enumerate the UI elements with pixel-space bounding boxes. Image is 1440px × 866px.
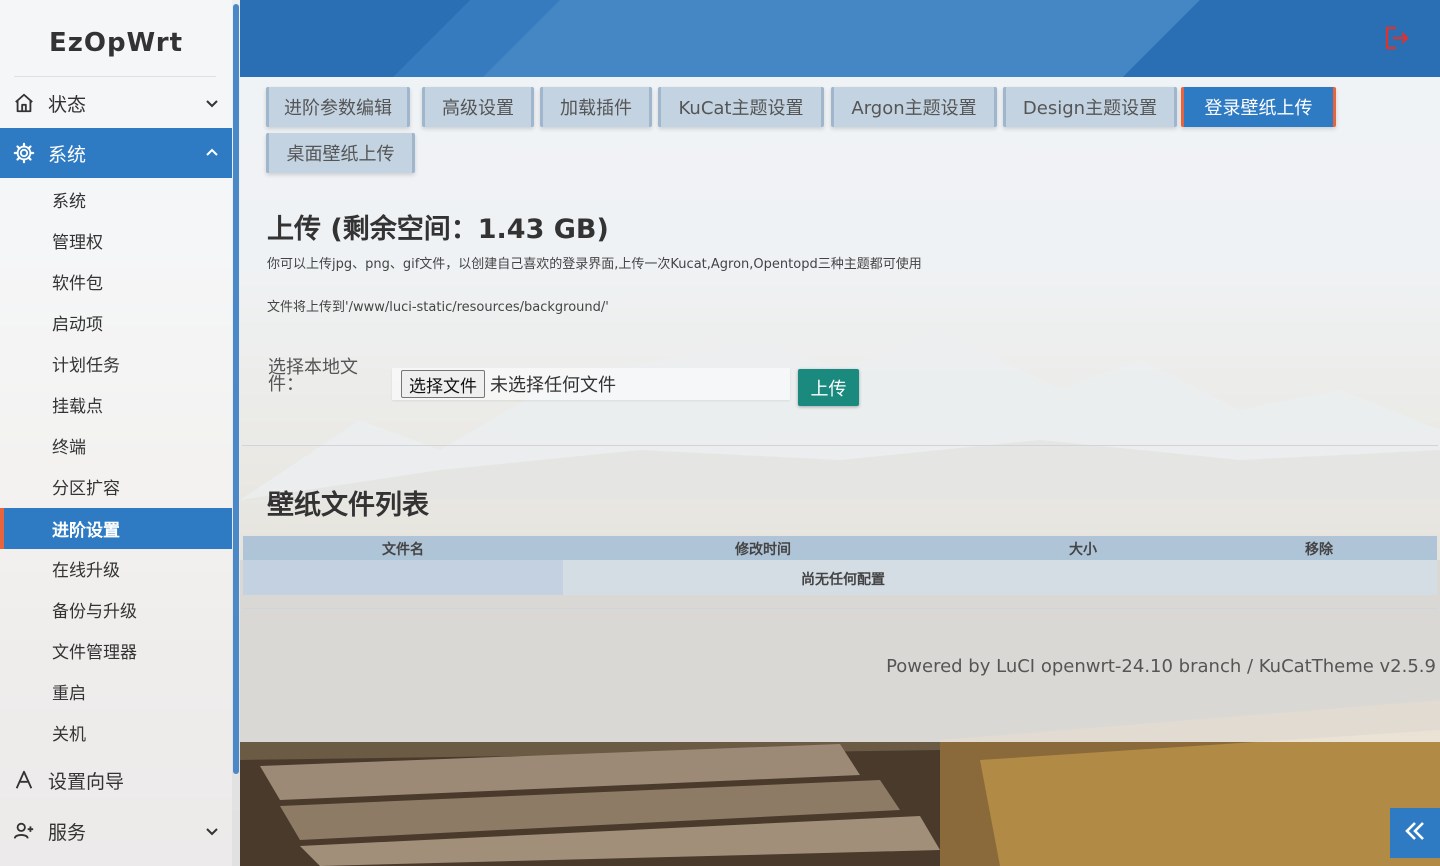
divider <box>14 76 216 77</box>
wallpaper-table: 文件名 修改时间 大小 移除 尚无任何配置 <box>243 536 1437 595</box>
tab-desktop-wallpaper[interactable]: 桌面壁纸上传 <box>266 133 415 173</box>
sidebar-subitem-software[interactable]: 软件包 <box>0 261 232 302</box>
sidebar-subitem-startup[interactable]: 启动项 <box>0 302 232 343</box>
sidebar-item-label: 系统 <box>48 143 87 166</box>
upload-target-path: 文件将上传到'/www/luci-static/resources/backgr… <box>267 300 609 315</box>
sidebar-item-label: 服务 <box>48 821 87 844</box>
sidebar-item-label: 设置向导 <box>48 770 125 793</box>
file-input[interactable]: 选择文件 未选择任何文件 <box>392 368 790 400</box>
sidebar-subitem-admin[interactable]: 管理权 <box>0 220 232 261</box>
collapse-sidebar-button[interactable] <box>1390 808 1440 858</box>
sidebar-subitem-reboot[interactable]: 重启 <box>0 671 232 712</box>
column-header-filename: 文件名 <box>382 542 424 558</box>
file-input-label: 选择本地文件： <box>268 357 358 395</box>
sidebar-subitem-terminal[interactable]: 终端 <box>0 425 232 466</box>
wallpaper-list-title: 壁纸文件列表 <box>267 490 429 521</box>
tab-login-wallpaper[interactable]: 登录壁纸上传 <box>1181 87 1336 127</box>
sidebar-item-wizard[interactable]: 设置向导 <box>0 755 232 805</box>
sidebar-item-services[interactable]: 服务 <box>0 806 232 856</box>
sidebar-subitem-crontab[interactable]: 计划任务 <box>0 343 232 384</box>
no-file-text: 未选择任何文件 <box>490 375 616 396</box>
brand-logo: EzOpWrt <box>48 28 184 58</box>
sidebar-subitem-shutdown[interactable]: 关机 <box>0 712 232 753</box>
scrollbar-thumb[interactable] <box>233 4 239 774</box>
tab-advanced-params[interactable]: 进阶参数编辑 <box>266 87 410 127</box>
sidebar-item-status[interactable]: 状态 <box>0 78 232 128</box>
gear-icon <box>0 142 48 164</box>
column-header-modified: 修改时间 <box>735 542 791 558</box>
chevron-down-icon <box>192 823 232 839</box>
divider <box>242 608 1438 609</box>
sidebar-subitem-advanced[interactable]: 进阶设置 <box>0 508 232 549</box>
upload-button[interactable]: 上传 <box>798 369 859 406</box>
sidebar-subitem-online-upgrade[interactable]: 在线升级 <box>0 548 232 589</box>
divider <box>242 445 1438 446</box>
top-header <box>240 0 1440 77</box>
home-icon <box>0 92 48 114</box>
sidebar-item-label: 状态 <box>48 93 87 116</box>
sidebar-subitem-backup[interactable]: 备份与升级 <box>0 589 232 630</box>
sidebar-subitem-partexp[interactable]: 分区扩容 <box>0 466 232 507</box>
user-plus-icon <box>0 820 48 842</box>
sidebar-item-system[interactable]: 系统 <box>0 128 232 178</box>
header-pattern <box>240 0 1440 77</box>
double-chevron-left-icon <box>1402 818 1428 848</box>
chevron-up-icon <box>192 145 232 161</box>
upload-title: 上传 (剩余空间：1.43 GB) <box>267 214 609 245</box>
table-row: 尚无任何配置 <box>243 560 1437 595</box>
chevron-down-icon <box>192 95 232 111</box>
tab-argon-theme[interactable]: Argon主题设置 <box>831 87 997 127</box>
wizard-icon <box>0 769 48 791</box>
upload-description: 你可以上传jpg、png、gif文件，以创建自己喜欢的登录界面,上传一次Kuca… <box>267 257 922 272</box>
tab-design-theme[interactable]: Design主题设置 <box>1003 87 1177 127</box>
table-header: 文件名 修改时间 大小 移除 <box>243 536 1437 560</box>
empty-table-text: 尚无任何配置 <box>801 572 885 588</box>
sidebar-scrollbar[interactable] <box>232 0 240 866</box>
tab-advanced-settings[interactable]: 高级设置 <box>422 87 534 127</box>
logout-icon[interactable] <box>1384 26 1410 50</box>
tab-load-plugins[interactable]: 加载插件 <box>540 87 652 127</box>
footer-text: Powered by LuCI openwrt-24.10 branch / K… <box>886 656 1436 677</box>
choose-file-button[interactable]: 选择文件 <box>401 370 485 398</box>
tab-kucat-theme[interactable]: KuCat主题设置 <box>658 87 824 127</box>
sidebar-subitem-system[interactable]: 系统 <box>0 179 232 220</box>
sidebar: EzOpWrt 状态 系统 系统 管理权 软件包 启动项 计划任务 挂载点 终端… <box>0 0 232 866</box>
column-header-remove: 移除 <box>1305 542 1333 558</box>
sidebar-subitem-mounts[interactable]: 挂载点 <box>0 384 232 425</box>
sidebar-subitem-filemanager[interactable]: 文件管理器 <box>0 630 232 671</box>
main-content: 进阶参数编辑 高级设置 加载插件 KuCat主题设置 Argon主题设置 Des… <box>240 77 1440 742</box>
column-header-size: 大小 <box>1069 542 1097 558</box>
